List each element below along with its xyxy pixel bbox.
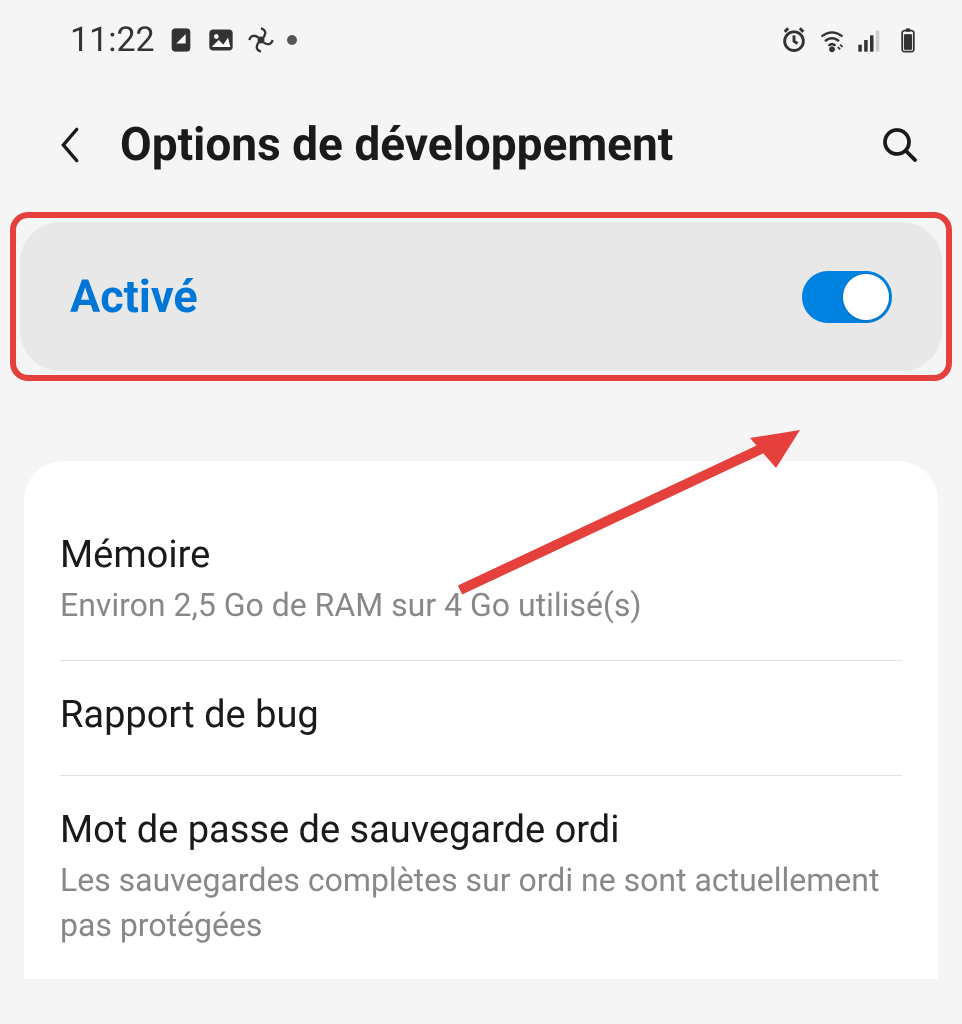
wifi-icon	[818, 26, 846, 54]
status-bar: 11:22	[0, 0, 962, 68]
battery-icon	[894, 26, 922, 54]
search-button[interactable]	[878, 123, 922, 167]
setting-subtitle: Les sauvegardes complètes sur ordi ne so…	[60, 858, 902, 948]
developer-options-toggle-card[interactable]: Activé	[20, 222, 942, 371]
toggle-thumb	[843, 274, 889, 320]
setting-title: Rapport de bug	[60, 693, 902, 737]
setting-memory[interactable]: Mémoire Environ 2,5 Go de RAM sur 4 Go u…	[60, 501, 902, 661]
annotation-highlight-box: Activé	[10, 212, 952, 381]
back-button[interactable]	[50, 125, 90, 165]
phone-icon	[167, 26, 195, 54]
image-icon	[207, 26, 235, 54]
setting-bug-report[interactable]: Rapport de bug	[60, 661, 902, 776]
signal-icon	[856, 26, 884, 54]
status-time: 11:22	[70, 20, 155, 60]
page-title: Options de développement	[120, 118, 848, 172]
alarm-icon	[780, 26, 808, 54]
setting-subtitle: Environ 2,5 Go de RAM sur 4 Go utilisé(s…	[60, 583, 902, 628]
setting-backup-password[interactable]: Mot de passe de sauvegarde ordi Les sauv…	[60, 776, 902, 980]
more-indicator-icon	[287, 35, 297, 45]
setting-title: Mot de passe de sauvegarde ordi	[60, 808, 902, 852]
developer-options-toggle[interactable]	[802, 271, 892, 323]
fan-icon	[247, 26, 275, 54]
setting-title: Mémoire	[60, 533, 902, 577]
title-bar: Options de développement	[0, 68, 962, 212]
toggle-label: Activé	[70, 270, 198, 323]
settings-list: Mémoire Environ 2,5 Go de RAM sur 4 Go u…	[24, 461, 938, 979]
